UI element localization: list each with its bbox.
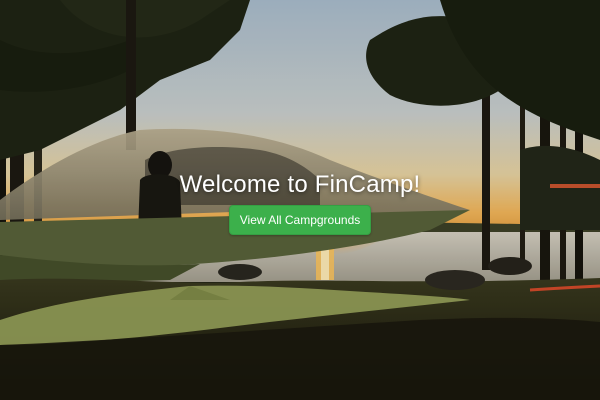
view-all-campgrounds-button[interactable]: View All Campgrounds — [228, 205, 372, 235]
hero-title: Welcome to FinCamp! — [179, 171, 421, 198]
hero-section: Welcome to FinCamp! View All Campgrounds — [0, 0, 600, 400]
hero-content: Welcome to FinCamp! View All Campgrounds — [0, 168, 600, 235]
